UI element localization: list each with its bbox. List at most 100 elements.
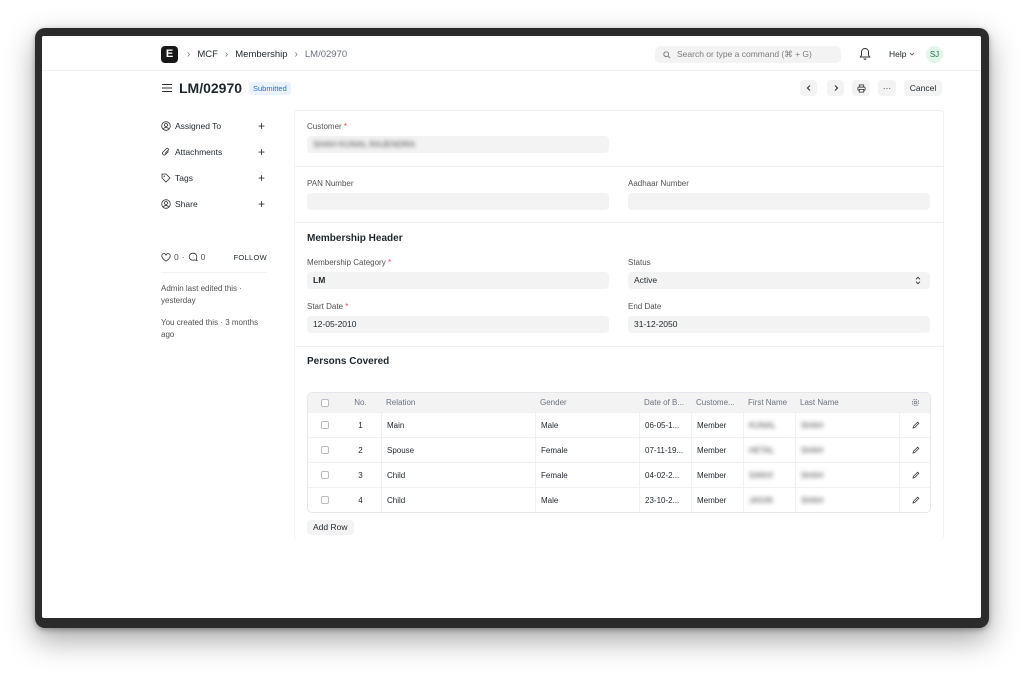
app-window: E › MCF › Membership › LM/02970 Search o… — [42, 36, 981, 618]
select-all-checkbox[interactable] — [321, 398, 329, 407]
more-actions-button[interactable]: ··· — [878, 80, 896, 96]
persons-covered-title: Persons Covered — [307, 356, 390, 367]
plus-icon[interactable]: + — [258, 120, 265, 132]
start-date-field[interactable]: 12-05-2010 — [307, 316, 609, 333]
cell-gender[interactable]: Female — [535, 463, 639, 487]
sidebar-item-assigned-to[interactable]: Assigned To + — [161, 120, 265, 132]
cell-gender[interactable]: Male — [535, 413, 639, 437]
cell-no: 2 — [358, 445, 363, 455]
cell-first-name[interactable]: SANVI — [743, 463, 795, 487]
prev-record-button[interactable] — [800, 80, 817, 96]
breadcrumb-current[interactable]: LM/02970 — [305, 49, 347, 60]
table-header-row: No. Relation Gender Date of B... Custome… — [308, 393, 930, 412]
aadhaar-field[interactable] — [628, 193, 930, 210]
cell-no: 1 — [358, 420, 363, 430]
cell-first-name[interactable]: KUNAL — [743, 413, 795, 437]
cell-first-name[interactable]: JAIVIK — [743, 488, 795, 512]
cell-relation[interactable]: Child — [381, 488, 535, 512]
help-label: Help — [889, 49, 907, 59]
plus-icon[interactable]: + — [258, 172, 265, 184]
follow-button[interactable]: FOLLOW — [234, 253, 267, 262]
sidebar-item-attachments[interactable]: Attachments + — [161, 146, 265, 158]
section-divider — [294, 166, 944, 167]
search-input[interactable]: Search or type a command (⌘ + G) — [655, 46, 841, 63]
sidebar-item-tags[interactable]: Tags + — [161, 172, 265, 184]
comment-count: 0 — [200, 252, 206, 262]
row-checkbox[interactable] — [321, 496, 329, 504]
edit-icon[interactable] — [912, 446, 920, 454]
row-select-cell — [316, 413, 340, 437]
like-count: 0 — [174, 252, 179, 262]
edit-icon[interactable] — [912, 496, 920, 504]
status-badge: Submitted — [249, 82, 291, 95]
first-name-value: SANVI — [749, 470, 774, 480]
cell-last-name[interactable]: SHAH — [795, 438, 899, 462]
cell-customer[interactable]: Member — [691, 438, 743, 462]
edit-icon[interactable] — [912, 471, 920, 479]
cell-dob[interactable]: 07-11-19... — [639, 438, 691, 462]
cell-gender[interactable]: Male — [535, 488, 639, 512]
table-row[interactable]: 2 Spouse Female 07-11-19... Member HETAL… — [308, 437, 930, 462]
end-date-field[interactable]: 31-12-2050 — [628, 316, 930, 333]
sidebar-divider — [161, 272, 267, 273]
cell-relation[interactable]: Child — [381, 463, 535, 487]
cell-first-name[interactable]: HETAL — [743, 438, 795, 462]
sidebar-item-label: Attachments — [175, 147, 223, 157]
section-divider — [294, 222, 944, 223]
plus-icon[interactable]: + — [258, 146, 265, 158]
app-logo[interactable]: E — [161, 46, 178, 63]
cell-dob[interactable]: 23-10-2... — [639, 488, 691, 512]
edit-cell — [899, 438, 930, 462]
cell-last-name[interactable]: SHAH — [795, 413, 899, 437]
breadcrumb-mcf[interactable]: MCF — [197, 49, 218, 60]
row-checkbox[interactable] — [321, 421, 329, 429]
edit-cell — [899, 488, 930, 512]
status-value: Active — [634, 275, 658, 285]
col-dob: Date of B... — [644, 398, 685, 407]
gear-icon[interactable] — [911, 398, 920, 407]
membership-header-title: Membership Header — [307, 233, 403, 244]
table-row[interactable]: 3 Child Female 04-02-2... Member SANVI S… — [308, 462, 930, 487]
cell-gender[interactable]: Female — [535, 438, 639, 462]
share-user-icon — [161, 199, 171, 209]
first-name-value: HETAL — [749, 445, 775, 455]
cell-no: 3 — [358, 470, 363, 480]
sidebar-item-share[interactable]: Share + — [161, 198, 265, 210]
pan-field[interactable] — [307, 193, 609, 210]
membership-category-field[interactable]: LM — [307, 272, 609, 289]
cell-customer[interactable]: Member — [691, 488, 743, 512]
customer-field[interactable]: SHAH KUNAL RAJENDRA — [307, 136, 609, 153]
plus-icon[interactable]: + — [258, 198, 265, 210]
cell-last-name[interactable]: SHAH — [795, 488, 899, 512]
cell-customer[interactable]: Member — [691, 463, 743, 487]
avatar[interactable]: SJ — [926, 46, 943, 63]
edit-icon[interactable] — [912, 421, 920, 429]
pan-label: PAN Number — [307, 179, 354, 188]
cell-relation[interactable]: Main — [381, 413, 535, 437]
hamburger-icon[interactable] — [162, 83, 172, 93]
dot-separator: · — [181, 252, 185, 262]
comment-icon[interactable] — [188, 252, 198, 262]
chevron-left-icon — [806, 85, 810, 91]
bell-icon[interactable] — [859, 47, 871, 61]
last-name-value: SHAH — [801, 470, 824, 480]
cell-dob[interactable]: 06-05-1... — [639, 413, 691, 437]
customer-label: Customer * — [307, 122, 348, 131]
help-menu[interactable]: Help — [889, 49, 915, 59]
next-record-button[interactable] — [827, 80, 844, 96]
heart-icon[interactable] — [161, 252, 171, 262]
add-row-button[interactable]: Add Row — [307, 520, 354, 535]
cell-last-name[interactable]: SHAH — [795, 463, 899, 487]
cell-dob[interactable]: 04-02-2... — [639, 463, 691, 487]
cancel-button[interactable]: Cancel — [904, 80, 942, 96]
print-button[interactable] — [852, 80, 870, 96]
status-select[interactable]: Active — [628, 272, 930, 289]
cell-relation[interactable]: Spouse — [381, 438, 535, 462]
row-checkbox[interactable] — [321, 471, 329, 479]
cell-customer[interactable]: Member — [691, 413, 743, 437]
row-checkbox[interactable] — [321, 446, 329, 454]
table-row[interactable]: 1 Main Male 06-05-1... Member KUNAL SHAH — [308, 412, 930, 437]
table-row[interactable]: 4 Child Male 23-10-2... Member JAIVIK SH… — [308, 487, 930, 512]
breadcrumb-membership[interactable]: Membership — [235, 49, 287, 60]
aadhaar-label: Aadhaar Number — [628, 179, 689, 188]
